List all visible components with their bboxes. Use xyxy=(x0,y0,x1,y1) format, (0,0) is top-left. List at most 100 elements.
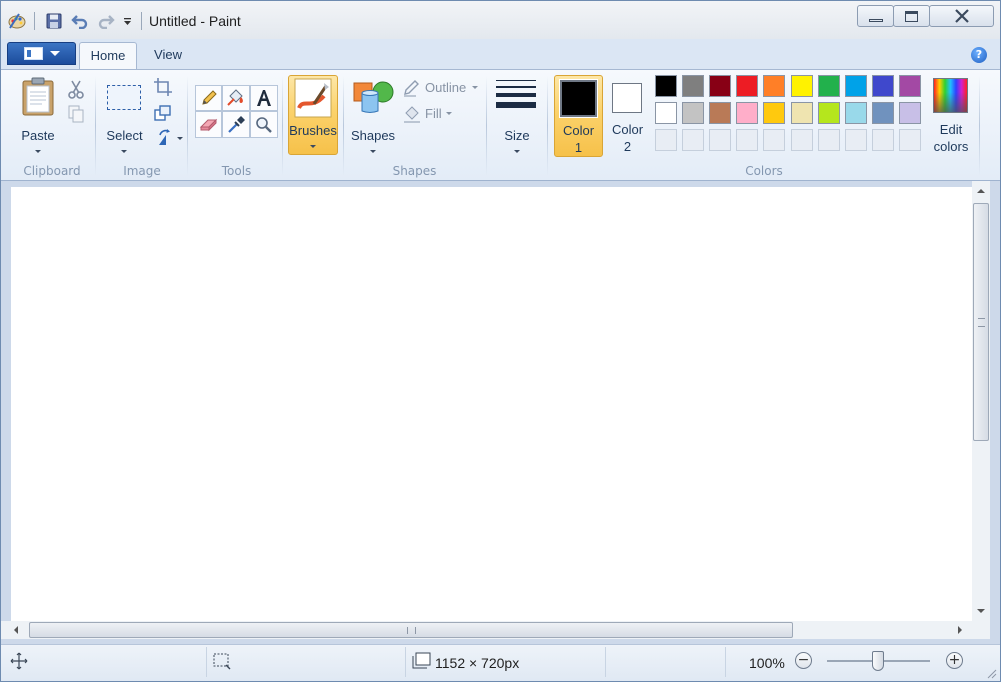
vertical-scroll-thumb[interactable] xyxy=(973,203,989,441)
paste-button[interactable]: Paste xyxy=(13,75,63,155)
palette-swatch[interactable] xyxy=(655,102,677,124)
zoom-slider-thumb[interactable] xyxy=(872,651,884,671)
palette-swatch[interactable] xyxy=(817,102,840,124)
shapes-label: Shapes xyxy=(350,128,396,143)
minimize-button[interactable] xyxy=(857,5,894,27)
palette-swatch[interactable] xyxy=(763,75,786,97)
custom-color-slot[interactable] xyxy=(709,129,732,151)
color2-button[interactable]: Color 2 xyxy=(604,75,651,157)
select-rectangle-icon xyxy=(107,85,141,110)
palette-swatch[interactable] xyxy=(844,102,867,124)
status-divider xyxy=(605,647,606,677)
magnifier-icon[interactable] xyxy=(250,111,278,138)
color1-number: 1 xyxy=(574,140,583,155)
tools-group-label: Tools xyxy=(221,164,252,178)
palette-swatch[interactable] xyxy=(655,75,677,97)
canvas-workspace xyxy=(1,181,1000,644)
custom-color-slot[interactable] xyxy=(763,129,786,151)
fill-button[interactable]: Fill xyxy=(401,104,457,124)
edit-colors-button[interactable]: Edit colors xyxy=(929,75,973,157)
size-button[interactable]: Size xyxy=(492,75,542,155)
window-title: Untitled - Paint xyxy=(149,13,241,29)
size-dropdown-icon xyxy=(514,150,520,153)
palette-swatch[interactable] xyxy=(682,102,705,124)
copy-icon[interactable] xyxy=(64,102,88,126)
undo-icon[interactable] xyxy=(69,10,91,32)
crop-icon[interactable] xyxy=(151,75,175,99)
pencil-icon[interactable] xyxy=(195,85,222,111)
palette-swatch[interactable] xyxy=(709,102,732,124)
text-tool-icon[interactable] xyxy=(250,85,278,111)
ribbon-home: Paste Clipboard Select Image Tools Brush… xyxy=(1,69,1000,181)
color-picker-icon[interactable] xyxy=(222,111,250,138)
zoom-in-button[interactable]: + xyxy=(946,652,963,669)
grip-icon xyxy=(978,318,985,327)
scroll-down-icon[interactable] xyxy=(972,604,990,618)
palette-swatch[interactable] xyxy=(844,75,867,97)
palette-swatch[interactable] xyxy=(817,75,840,97)
scroll-up-icon[interactable] xyxy=(972,184,990,198)
horizontal-scroll-thumb[interactable] xyxy=(29,622,793,638)
custom-color-slot[interactable] xyxy=(790,129,813,151)
select-button[interactable]: Select xyxy=(101,75,148,155)
resize-icon[interactable] xyxy=(151,101,175,125)
color1-button[interactable]: Color 1 xyxy=(554,75,603,157)
custom-color-slot[interactable] xyxy=(898,129,921,151)
palette-swatch[interactable] xyxy=(871,102,894,124)
select-label: Select xyxy=(106,128,143,143)
drawing-canvas[interactable] xyxy=(11,187,972,621)
palette-swatch[interactable] xyxy=(898,75,921,97)
custom-color-slot[interactable] xyxy=(736,129,759,151)
resize-grip-icon[interactable] xyxy=(985,667,997,679)
shapes-button[interactable]: Shapes xyxy=(348,75,398,155)
close-icon xyxy=(954,9,969,23)
menu-document-icon xyxy=(23,47,43,60)
rotate-button[interactable] xyxy=(151,126,183,150)
shapes-dropdown-icon xyxy=(370,150,376,153)
eraser-icon[interactable] xyxy=(195,111,222,138)
outline-icon xyxy=(404,80,419,97)
customize-qat-dropdown-icon[interactable] xyxy=(119,10,135,32)
cut-icon[interactable] xyxy=(64,77,88,101)
tab-view[interactable]: View xyxy=(142,42,194,69)
help-icon[interactable]: ? xyxy=(971,47,987,63)
palette-swatch[interactable] xyxy=(790,102,813,124)
fill-bucket-icon[interactable] xyxy=(222,85,250,111)
palette-swatch[interactable] xyxy=(898,102,921,124)
image-size-text: 1152 × 720px xyxy=(435,655,520,671)
scroll-left-icon[interactable] xyxy=(9,621,23,639)
close-button[interactable] xyxy=(929,5,994,27)
custom-color-slot[interactable] xyxy=(871,129,894,151)
vertical-scrollbar[interactable] xyxy=(972,181,990,621)
status-divider xyxy=(206,647,207,677)
palette-swatch[interactable] xyxy=(871,75,894,97)
paint-app-icon[interactable] xyxy=(6,10,28,32)
grip-icon xyxy=(407,627,416,634)
save-icon[interactable] xyxy=(43,10,65,32)
palette-swatch[interactable] xyxy=(763,102,786,124)
tab-home[interactable]: Home xyxy=(79,42,137,69)
palette-swatch[interactable] xyxy=(709,75,732,97)
status-bar: 1152 × 720px 100% − + xyxy=(1,644,1000,681)
palette-swatch[interactable] xyxy=(736,75,759,97)
zoom-out-button[interactable]: − xyxy=(795,652,812,669)
image-group-label: Image xyxy=(123,164,161,178)
title-bar: Untitled - Paint xyxy=(1,1,1000,39)
outline-button[interactable]: Outline xyxy=(401,78,481,98)
custom-color-slot[interactable] xyxy=(844,129,867,151)
zoom-level-text: 100% xyxy=(749,655,785,671)
custom-color-slot[interactable] xyxy=(682,129,705,151)
paint-menu-button[interactable] xyxy=(7,42,76,65)
custom-color-slot[interactable] xyxy=(817,129,840,151)
rainbow-icon xyxy=(933,78,968,113)
redo-icon[interactable] xyxy=(95,10,117,32)
custom-color-slot[interactable] xyxy=(655,129,677,151)
palette-swatch[interactable] xyxy=(736,102,759,124)
brushes-button[interactable]: Brushes xyxy=(288,75,338,155)
palette-swatch[interactable] xyxy=(682,75,705,97)
horizontal-scrollbar[interactable] xyxy=(1,621,972,639)
shapes-icon xyxy=(353,81,394,113)
scroll-right-icon[interactable] xyxy=(953,621,967,639)
palette-swatch[interactable] xyxy=(790,75,813,97)
maximize-button[interactable] xyxy=(893,5,930,27)
